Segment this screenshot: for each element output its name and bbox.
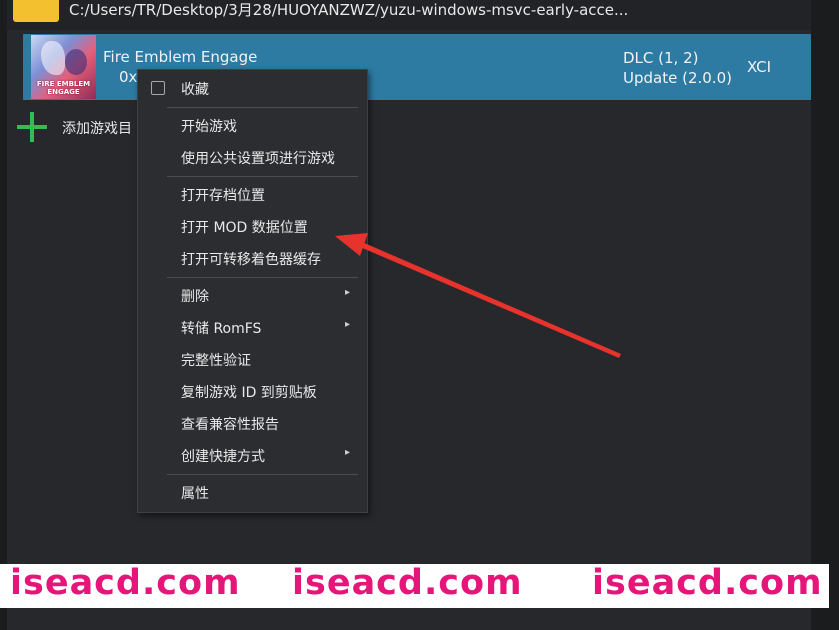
- menu-item-label: 打开 MOD 数据位置: [181, 220, 308, 236]
- menu-item-open-save-location[interactable]: 打开存档位置: [138, 181, 367, 209]
- menu-item-label: 属性: [181, 486, 209, 502]
- menu-item-remove[interactable]: 删除 ▸: [138, 282, 367, 310]
- menu-item-label: 创建快捷方式: [181, 449, 265, 465]
- menu-item-open-shader-cache[interactable]: 打开可转移着色器缓存: [138, 245, 367, 273]
- addon-update: Update (2.0.0): [623, 69, 732, 87]
- menu-separator: [167, 277, 358, 278]
- menu-item-label: 查看兼容性报告: [181, 417, 279, 433]
- game-addons: DLC (1, 2) Update (2.0.0): [623, 48, 732, 88]
- menu-item-verify-integrity[interactable]: 完整性验证: [138, 346, 367, 374]
- menu-item-dump-romfs[interactable]: 转储 RomFS ▸: [138, 314, 367, 342]
- menu-item-favorite[interactable]: 收藏: [138, 75, 367, 103]
- menu-separator: [167, 474, 358, 475]
- cover-logo: FIRE EMBLEM ENGAGE: [36, 80, 91, 96]
- add-game-directory-label: 添加游戏目: [62, 121, 132, 137]
- menu-item-start-game[interactable]: 开始游戏: [138, 112, 367, 140]
- menu-item-properties[interactable]: 属性: [138, 479, 367, 507]
- folder-icon: [13, 0, 59, 22]
- menu-item-label: 打开可转移着色器缓存: [181, 252, 321, 268]
- submenu-arrow-icon: ▸: [345, 319, 351, 330]
- favorite-checkbox[interactable]: [151, 81, 165, 95]
- addon-dlc: DLC (1, 2): [623, 49, 699, 67]
- menu-item-label: 使用公共设置项进行游戏: [181, 151, 335, 167]
- menu-separator: [167, 107, 358, 108]
- menu-item-compatibility-report[interactable]: 查看兼容性报告: [138, 410, 367, 438]
- menu-item-label: 打开存档位置: [181, 188, 265, 204]
- file-type: XCI: [747, 58, 772, 76]
- watermark-text: iseacd.com: [292, 563, 523, 603]
- menu-item-label: 收藏: [181, 82, 209, 98]
- game-id: 0x: [119, 68, 138, 86]
- directory-row[interactable]: C:/Users/TR/Desktop/3月28/HUOYANZWZ/yuzu-…: [7, 0, 811, 30]
- menu-item-open-mod-location[interactable]: 打开 MOD 数据位置: [138, 213, 367, 241]
- directory-path: C:/Users/TR/Desktop/3月28/HUOYANZWZ/yuzu-…: [69, 1, 629, 19]
- watermark-text: iseacd.com: [10, 563, 241, 603]
- context-menu: 收藏 开始游戏 使用公共设置项进行游戏 打开存档位置 打开 MOD 数据位置 打…: [137, 69, 368, 513]
- menu-item-label: 复制游戏 ID 到剪贴板: [181, 385, 317, 401]
- menu-item-copy-title-id[interactable]: 复制游戏 ID 到剪贴板: [138, 378, 367, 406]
- menu-item-start-global-config[interactable]: 使用公共设置项进行游戏: [138, 144, 367, 172]
- game-title: Fire Emblem Engage: [103, 48, 258, 66]
- menu-separator: [167, 176, 358, 177]
- add-game-directory[interactable]: 添加游戏目: [17, 112, 147, 142]
- menu-item-label: 删除: [181, 289, 209, 305]
- submenu-arrow-icon: ▸: [345, 447, 351, 458]
- game-cover-image: FIRE EMBLEM ENGAGE: [31, 35, 96, 99]
- watermark-banner: iseacd.com iseacd.com iseacd.com: [0, 563, 829, 608]
- menu-item-create-shortcut[interactable]: 创建快捷方式 ▸: [138, 442, 367, 470]
- menu-item-label: 完整性验证: [181, 353, 251, 369]
- plus-icon: [17, 112, 47, 142]
- submenu-arrow-icon: ▸: [345, 287, 351, 298]
- menu-item-label: 开始游戏: [181, 119, 237, 135]
- watermark-text: iseacd.com: [592, 563, 823, 603]
- menu-item-label: 转储 RomFS: [181, 321, 262, 337]
